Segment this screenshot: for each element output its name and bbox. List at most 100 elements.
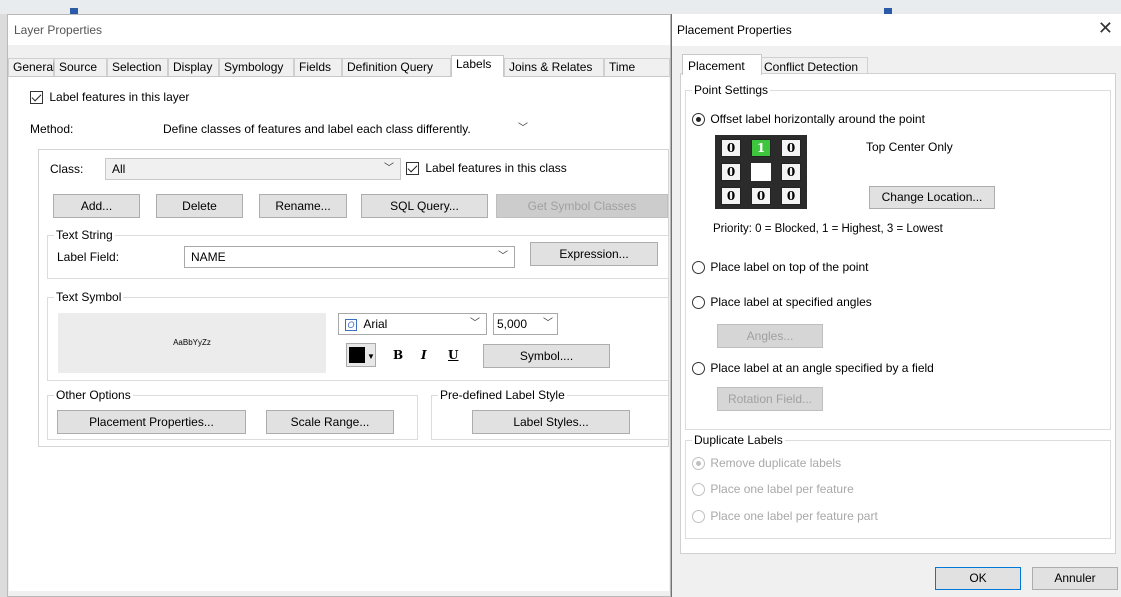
chevron-down-icon: ﹀: [384, 163, 394, 174]
point-settings-legend: Point Settings: [692, 83, 771, 97]
scale-range-button[interactable]: Scale Range...: [266, 410, 394, 434]
priority-cell[interactable]: 0: [751, 187, 771, 205]
priority-cell[interactable]: 0: [781, 163, 801, 181]
font-value: Arial: [363, 317, 388, 331]
tab-labels[interactable]: Labels: [451, 55, 504, 77]
radio-selected-disabled: [692, 457, 705, 471]
angles-button: Angles...: [717, 324, 823, 348]
checkbox-checked[interactable]: [406, 162, 419, 176]
duplicate-labels-legend: Duplicate Labels: [692, 433, 785, 447]
placement-properties-button[interactable]: Placement Properties...: [57, 410, 246, 434]
priority-cell[interactable]: 0: [721, 163, 741, 181]
label-field-label: Label Field:: [57, 250, 120, 264]
remove-duplicates-row: Remove duplicate labels: [692, 456, 841, 471]
angles-option-row[interactable]: Place label at specified angles: [692, 295, 872, 310]
cancel-button[interactable]: Annuler: [1032, 567, 1118, 590]
tab-conflict-detection[interactable]: Conflict Detection: [758, 57, 868, 74]
placement-properties-window: Placement Properties ✕ Placement Conflic…: [671, 14, 1121, 597]
expression-button[interactable]: Expression...: [530, 242, 658, 266]
radio-unselected[interactable]: [692, 296, 705, 310]
tab-strip: General Source Selection Display Symbolo…: [8, 55, 670, 77]
chevron-down-icon: ﹀: [543, 318, 553, 329]
underline-button[interactable]: U: [448, 348, 458, 362]
italic-button[interactable]: I: [421, 348, 427, 362]
radio-selected[interactable]: [692, 113, 705, 127]
radio-unselected[interactable]: [692, 261, 705, 275]
priority-grid[interactable]: 0 1 0 0 0 0 0 0: [715, 135, 807, 209]
chevron-down-icon: ﹀: [470, 318, 480, 329]
font-size-dropdown[interactable]: 5,000 ﹀: [493, 313, 558, 335]
symbol-preview: AaBbYyZz: [58, 313, 326, 373]
checkbox-label: Label features in this layer: [49, 90, 190, 104]
class-section: Class: All ﹀ Label features in this clas…: [38, 149, 669, 447]
rotation-field-button: Rotation Field...: [717, 387, 823, 411]
field-angle-option-row[interactable]: Place label at an angle specified by a f…: [692, 361, 934, 376]
label-field-dropdown[interactable]: NAME ﹀: [184, 246, 515, 268]
tab-selection[interactable]: Selection: [107, 58, 168, 77]
one-per-part-label: Place one label per feature part: [710, 509, 878, 523]
title-bar: Placement Properties ✕: [672, 14, 1121, 46]
tab-time[interactable]: Time: [604, 58, 670, 77]
tab-placement[interactable]: Placement: [682, 54, 762, 75]
method-value: Define classes of features and label eac…: [163, 122, 471, 136]
close-icon[interactable]: ✕: [1098, 18, 1113, 39]
change-location-button[interactable]: Change Location...: [869, 186, 995, 209]
tab-source[interactable]: Source: [54, 58, 107, 77]
duplicate-labels-group: Duplicate Labels Remove duplicate labels…: [685, 433, 1111, 539]
symbol-button[interactable]: Symbol....: [483, 344, 610, 368]
class-dropdown[interactable]: All ﹀: [105, 158, 401, 180]
tab-display[interactable]: Display: [168, 58, 219, 77]
one-per-part-row: Place one label per feature part: [692, 509, 878, 524]
chevron-down-icon: ﹀: [518, 123, 528, 134]
text-string-group: Text String Label Field: NAME ﹀ Expressi…: [47, 228, 669, 279]
window-title: Placement Properties: [677, 23, 792, 37]
field-angle-option-label: Place label at an angle specified by a f…: [710, 361, 934, 375]
label-class-checkbox-row[interactable]: Label features in this class: [406, 161, 567, 176]
tab-joins-relates[interactable]: Joins & Relates: [504, 58, 604, 77]
method-dropdown[interactable]: Define classes of features and label eac…: [155, 119, 531, 141]
title-bar: Layer Properties: [8, 15, 670, 45]
font-dropdown[interactable]: O Arial ﹀: [338, 313, 487, 335]
window-title: Layer Properties: [14, 23, 103, 37]
radio-unselected[interactable]: [692, 362, 705, 376]
priority-cell-center: [751, 163, 771, 181]
add-button[interactable]: Add...: [53, 194, 140, 218]
angles-option-label: Place label at specified angles: [710, 295, 872, 309]
tab-general[interactable]: General: [8, 58, 56, 77]
priority-cell[interactable]: 0: [721, 187, 741, 205]
text-symbol-group: Text Symbol AaBbYyZz O Arial ﹀ 5,000 ﹀ ▼…: [47, 290, 669, 381]
grid-note: Top Center Only: [866, 140, 953, 154]
text-symbol-legend: Text Symbol: [54, 290, 124, 304]
tab-fields[interactable]: Fields: [294, 58, 342, 77]
label-layer-checkbox-row[interactable]: Label features in this layer: [30, 90, 190, 105]
color-picker-button[interactable]: ▼: [346, 343, 376, 367]
point-settings-group: Point Settings Offset label horizontally…: [685, 83, 1111, 430]
on-top-option-row[interactable]: Place label on top of the point: [692, 260, 868, 275]
predefined-style-group: Pre-defined Label Style Label Styles...: [431, 388, 669, 440]
text-string-legend: Text String: [54, 228, 115, 242]
one-per-feature-label: Place one label per feature: [710, 482, 854, 496]
sql-query-button[interactable]: SQL Query...: [361, 194, 488, 218]
ok-button[interactable]: OK: [935, 567, 1021, 590]
checkbox-checked[interactable]: [30, 91, 43, 105]
delete-button[interactable]: Delete: [156, 194, 243, 218]
priority-legend: Priority: 0 = Blocked, 1 = Highest, 3 = …: [713, 223, 943, 235]
one-per-feature-row: Place one label per feature: [692, 482, 854, 497]
tab-symbology[interactable]: Symbology: [219, 58, 294, 77]
tab-definition-query[interactable]: Definition Query: [342, 58, 451, 77]
layer-properties-window: Layer Properties General Source Selectio…: [7, 14, 671, 597]
priority-cell[interactable]: 0: [781, 187, 801, 205]
radio-unselected-disabled: [692, 510, 705, 524]
chevron-down-icon: ﹀: [498, 251, 508, 262]
label-styles-button[interactable]: Label Styles...: [472, 410, 630, 434]
offset-option-row[interactable]: Offset label horizontally around the poi…: [692, 112, 925, 127]
priority-cell-highlight[interactable]: 1: [751, 139, 771, 157]
placement-panel: Point Settings Offset label horizontally…: [680, 73, 1116, 554]
priority-cell[interactable]: 0: [721, 139, 741, 157]
color-swatch: [349, 347, 365, 363]
caret-down-icon: ▼: [367, 352, 375, 361]
priority-cell[interactable]: 0: [781, 139, 801, 157]
labels-panel: Label features in this layer Method: Def…: [9, 76, 669, 591]
bold-button[interactable]: B: [393, 348, 403, 362]
rename-button[interactable]: Rename...: [259, 194, 347, 218]
